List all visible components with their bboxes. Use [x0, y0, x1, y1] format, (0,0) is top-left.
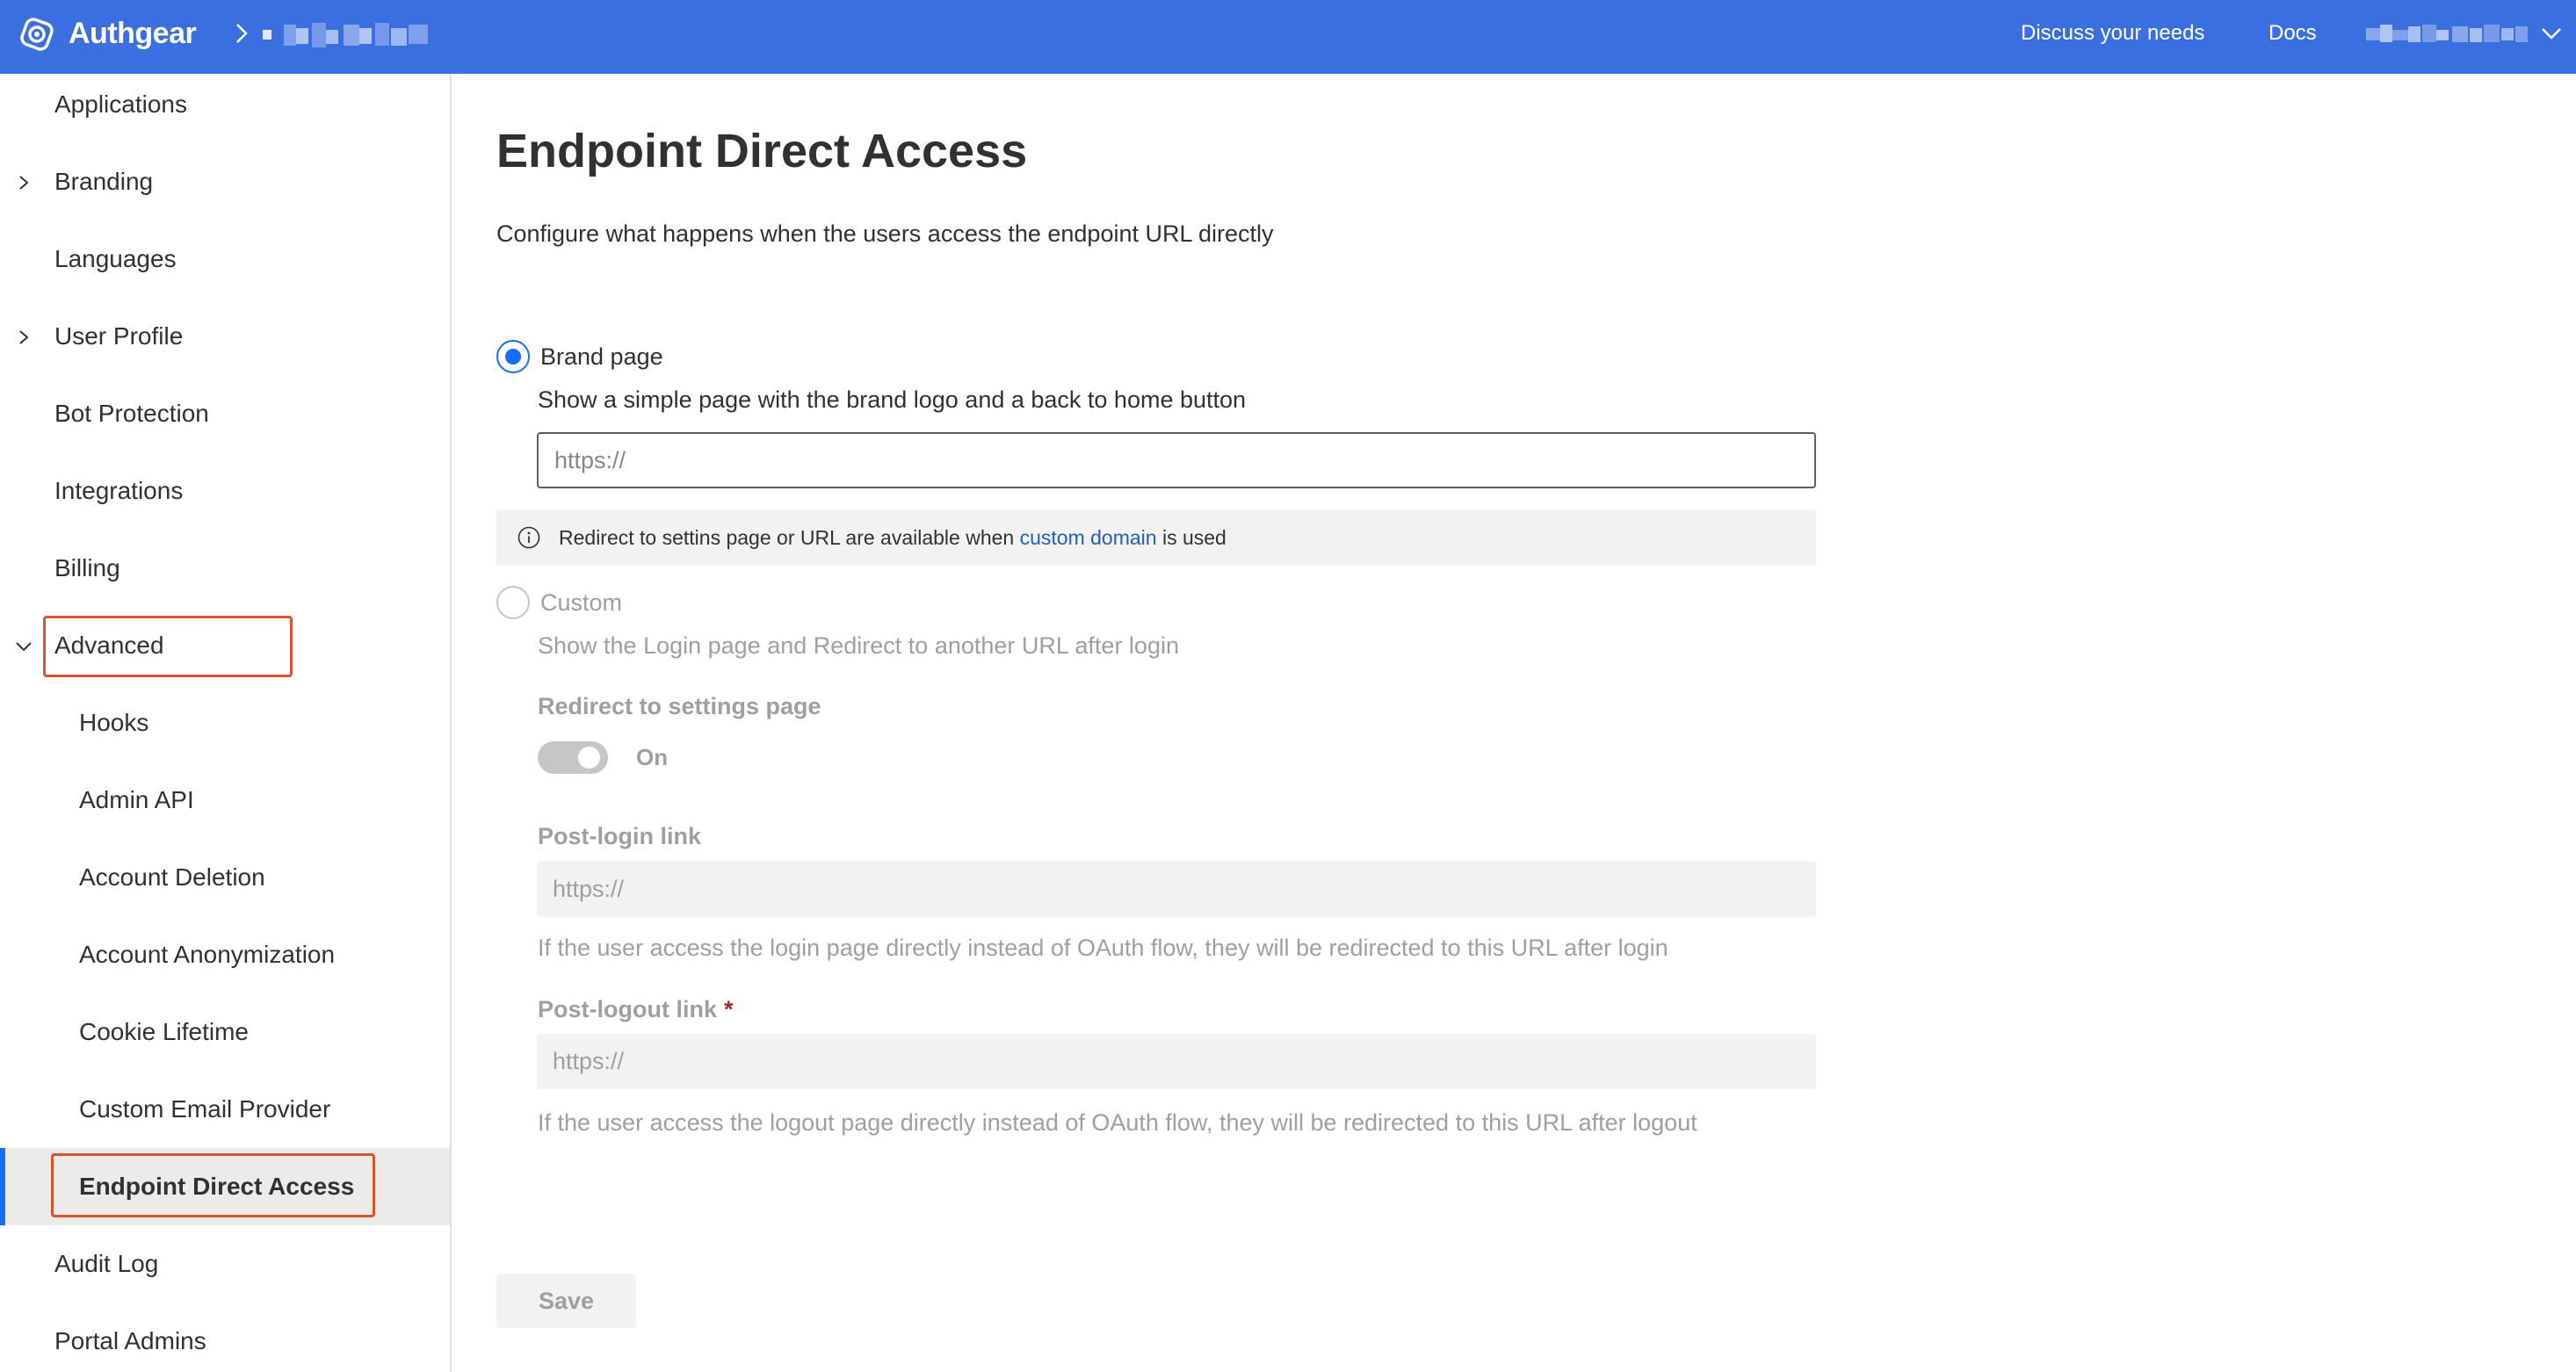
- brand-page-description: Show a simple page with the brand logo a…: [538, 386, 1247, 413]
- custom-radio[interactable]: [496, 586, 530, 619]
- sidebar-item-applications[interactable]: Applications: [0, 74, 450, 143]
- sidebar-item-label: Account Anonymization: [79, 941, 336, 968]
- sidebar-item-label: Endpoint Direct Access: [79, 1173, 355, 1200]
- chevron-down-icon[interactable]: [2540, 23, 2563, 44]
- chevron-down-icon[interactable]: [14, 635, 33, 656]
- custom-label: Custom: [540, 589, 623, 616]
- sidebar-item-user-profile[interactable]: User Profile: [0, 298, 450, 375]
- info-text-after: is used: [1156, 526, 1226, 549]
- authgear-logo-icon[interactable]: [16, 13, 58, 55]
- sidebar-item-label: Account Deletion: [79, 863, 265, 891]
- post-logout-label: Post-logout link: [538, 996, 717, 1022]
- sidebar-item-branding[interactable]: Branding: [0, 143, 450, 220]
- save-button[interactable]: Save: [496, 1274, 636, 1328]
- chevron-right-icon: [232, 21, 251, 46]
- post-logout-input[interactable]: [537, 1034, 1816, 1089]
- sidebar-item-admin-api[interactable]: Admin API: [0, 762, 450, 839]
- page-title: Endpoint Direct Access: [496, 125, 1028, 177]
- info-text-before: Redirect to settins page or URL are avai…: [559, 526, 1020, 549]
- sidebar-item-custom-email-provider[interactable]: Custom Email Provider: [0, 1071, 450, 1148]
- post-logout-help: If the user access the logout page direc…: [538, 1109, 1697, 1136]
- sidebar-nav: Applications Branding Languages User Pro…: [0, 74, 450, 1372]
- sidebar-item-cookie-lifetime[interactable]: Cookie Lifetime: [0, 993, 450, 1071]
- sidebar-item-advanced[interactable]: Advanced: [0, 607, 450, 684]
- sidebar-item-label: Languages: [54, 245, 177, 272]
- chevron-right-icon[interactable]: [14, 326, 33, 347]
- chevron-right-icon[interactable]: [14, 171, 33, 192]
- post-login-input[interactable]: [537, 861, 1816, 917]
- main-content: Endpoint Direct Access Configure what ha…: [496, 0, 2517, 1372]
- sidebar-item-account-deletion[interactable]: Account Deletion: [0, 839, 450, 916]
- sidebar-item-hooks[interactable]: Hooks: [0, 684, 450, 762]
- sidebar-item-label: Custom Email Provider: [79, 1095, 331, 1123]
- sidebar-item-label: Billing: [54, 554, 120, 581]
- sidebar-item-endpoint-direct-access[interactable]: Endpoint Direct Access: [0, 1148, 450, 1225]
- post-login-help: If the user access the login page direct…: [538, 935, 1668, 961]
- sidebar-item-integrations[interactable]: Integrations: [0, 452, 450, 530]
- sidebar-item-billing[interactable]: Billing: [0, 530, 450, 607]
- redirect-settings-label: Redirect to settings page: [538, 693, 821, 719]
- sidebar-item-account-anonymization[interactable]: Account Anonymization: [0, 916, 450, 993]
- page-description: Configure what happens when the users ac…: [496, 220, 1274, 247]
- sidebar-item-bot-protection[interactable]: Bot Protection: [0, 375, 450, 452]
- post-logout-label-row: Post-logout link *: [538, 993, 734, 1025]
- custom-description: Show the Login page and Redirect to anot…: [538, 632, 1179, 659]
- sidebar-item-label: Admin API: [79, 786, 194, 813]
- app-name[interactable]: Authgear: [69, 16, 197, 51]
- brand-page-label: Brand page: [540, 343, 663, 370]
- toggle-knob: [578, 747, 600, 769]
- sidebar-item-audit-log[interactable]: Audit Log: [0, 1225, 450, 1303]
- brand-page-radio[interactable]: [496, 340, 530, 373]
- sidebar-item-label: Applications: [54, 90, 187, 118]
- toggle-state-text: On: [636, 744, 669, 770]
- sidebar-item-label: Branding: [54, 168, 154, 195]
- sidebar-item-label: Hooks: [79, 709, 149, 736]
- redirect-settings-toggle[interactable]: [538, 741, 608, 774]
- post-login-label: Post-login link: [538, 823, 701, 849]
- info-banner-text: Redirect to settins page or URL are avai…: [559, 524, 1226, 552]
- sidebar: Applications Branding Languages User Pro…: [0, 74, 452, 1372]
- sidebar-item-label: Integrations: [54, 477, 184, 504]
- sidebar-item-label: User Profile: [54, 322, 184, 350]
- info-icon: [517, 526, 540, 549]
- brand-page-url-input[interactable]: [537, 432, 1816, 488]
- sidebar-item-label: Audit Log: [54, 1250, 159, 1277]
- sidebar-item-label: Cookie Lifetime: [79, 1018, 249, 1045]
- required-mark: *: [723, 996, 734, 1022]
- sidebar-item-label: Advanced: [54, 632, 164, 659]
- custom-option[interactable]: Custom: [496, 586, 778, 619]
- sidebar-item-label: Portal Admins: [54, 1327, 206, 1354]
- brand-page-option[interactable]: Brand page: [496, 340, 778, 373]
- info-banner: Redirect to settins page or URL are avai…: [496, 509, 1816, 565]
- sidebar-item-languages[interactable]: Languages: [0, 220, 450, 298]
- custom-domain-link[interactable]: custom domain: [1020, 526, 1157, 549]
- redacted-project-name[interactable]: [263, 19, 431, 49]
- sidebar-item-portal-admins[interactable]: Portal Admins: [0, 1303, 450, 1372]
- sidebar-item-label: Bot Protection: [54, 400, 209, 427]
